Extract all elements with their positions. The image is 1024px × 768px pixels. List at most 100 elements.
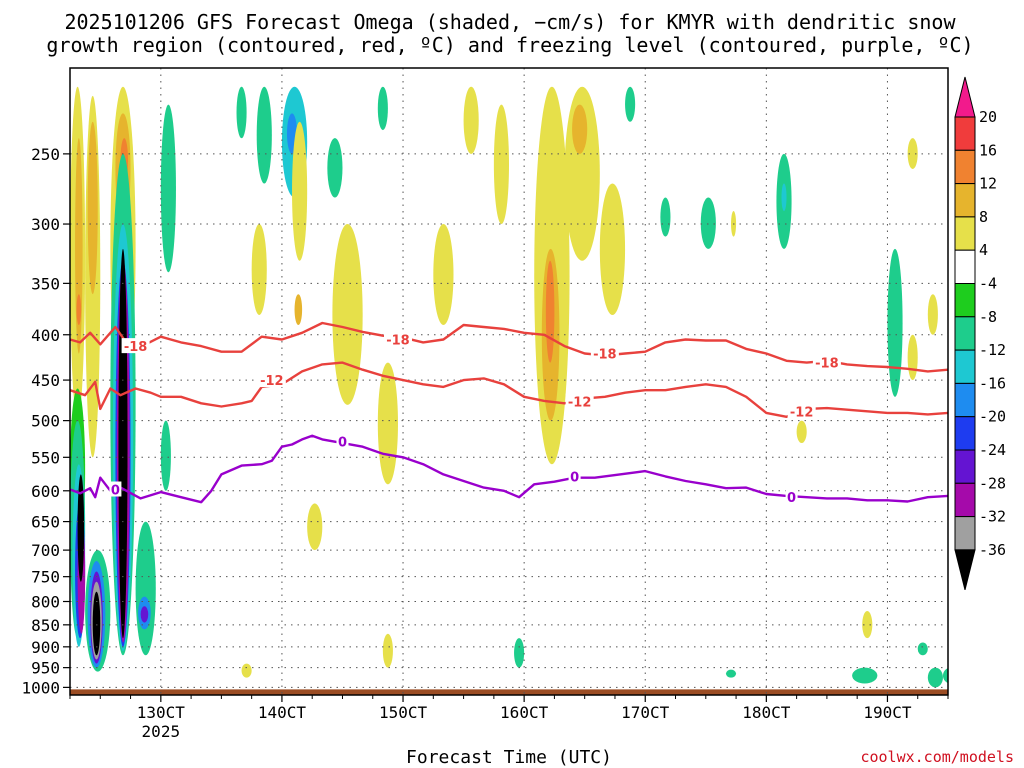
y-tick-label: 600 <box>31 482 60 501</box>
colorbar-label: -28 <box>979 474 1006 492</box>
omega-cell <box>236 86 247 139</box>
x-tick-label: 130CT <box>137 703 186 722</box>
colorbar: 20 16 12 8 4 -4 -8 -12 -16 -20 -24 -28 -32 -36 <box>954 76 1006 591</box>
colorbar-segment <box>954 482 976 518</box>
omega-cell <box>917 642 928 656</box>
y-tick-label: 750 <box>31 568 60 587</box>
colorbar-segment <box>954 316 976 351</box>
contour-label: -12 <box>568 396 592 411</box>
omega-shading <box>70 86 948 688</box>
omega-cell <box>927 667 943 688</box>
contour-label: -12 <box>790 405 814 420</box>
omega-cell <box>332 224 363 405</box>
colorbar-label: -24 <box>979 441 1006 459</box>
colorbar-segment <box>954 183 976 218</box>
colorbar-label: -20 <box>979 408 1006 426</box>
colorbar-top-arrow <box>954 76 976 118</box>
x-axis-label: Forecast Time (UTC) <box>406 747 612 768</box>
y-tick-label: 250 <box>31 145 60 164</box>
x-tick-label: 140CT <box>258 703 307 722</box>
contour-label: -18 <box>815 357 839 372</box>
y-tick-label: 800 <box>31 593 60 612</box>
omega-cell <box>118 248 128 639</box>
x-tick-label: 150CT <box>379 703 428 722</box>
omega-cell <box>160 420 171 491</box>
x-tick-label: 190CT <box>863 703 912 722</box>
x-tick-label: 160CT <box>500 703 549 722</box>
x-tick-label: 180CT <box>742 703 791 722</box>
omega-cell <box>599 183 626 316</box>
omega-cell <box>294 294 303 326</box>
y-tick-label: 550 <box>31 448 60 467</box>
y-tick-label: 400 <box>31 326 60 345</box>
omega-cell <box>135 521 156 656</box>
colorbar-label: -36 <box>979 541 1006 559</box>
y-tick-label: 700 <box>31 541 60 560</box>
colorbar-label: 4 <box>979 241 988 259</box>
omega-cell <box>796 420 807 444</box>
omega-time-height-chart: 2025101206 GFS Forecast Omega (shaded, −… <box>21 10 1014 768</box>
y-tick-label: 1000 <box>21 678 60 697</box>
ground-strip <box>70 689 948 695</box>
omega-cell <box>572 104 588 154</box>
contour-label: 0 <box>338 436 347 451</box>
omega-cell <box>377 86 388 131</box>
y-tick-label: 650 <box>31 513 60 532</box>
omega-cell <box>377 362 398 485</box>
contour-line-0 <box>70 434 948 504</box>
colorbar-segment <box>954 249 976 284</box>
colorbar-label: -8 <box>979 308 997 326</box>
colorbar-label: 12 <box>979 175 997 193</box>
omega-cell <box>700 197 716 249</box>
colorbar-label: 20 <box>979 108 997 126</box>
y-tick-label: 300 <box>31 215 60 234</box>
omega-cell <box>545 260 555 363</box>
contour-label: 0 <box>570 470 579 485</box>
omega-cell <box>382 633 393 668</box>
omega-cell <box>660 197 671 237</box>
omega-cell <box>852 667 878 684</box>
colorbar-segment <box>954 349 976 384</box>
contour-label: -12 <box>260 374 284 389</box>
y-tick-label: 450 <box>31 371 60 390</box>
plot-frame <box>69 67 949 696</box>
omega-cell <box>241 663 252 678</box>
colorbar-segment <box>954 283 976 318</box>
colorbar-bottom-arrow <box>954 549 976 591</box>
contour-label: 0 <box>787 491 796 506</box>
omega-cell <box>87 121 98 295</box>
omega-cell <box>160 104 176 273</box>
colorbar-segment <box>954 516 976 551</box>
colorbar-segment <box>954 116 976 151</box>
x-year-label: 2025 <box>142 722 181 741</box>
omega-cell <box>493 104 509 225</box>
omega-cell <box>625 86 636 122</box>
omega-cell <box>514 638 525 668</box>
omega-cell <box>433 224 454 326</box>
omega-cell <box>942 668 948 684</box>
omega-cell <box>251 224 267 316</box>
contour-label: -18 <box>386 334 410 349</box>
contours <box>70 321 948 504</box>
omega-cell <box>327 138 343 198</box>
colorbar-segment <box>954 416 976 451</box>
colorbar-segment <box>954 382 976 418</box>
omega-cell <box>781 183 787 211</box>
colorbar-label: 16 <box>979 141 997 159</box>
colorbar-label: -16 <box>979 374 1006 392</box>
colorbar-label: -4 <box>979 275 997 293</box>
omega-cell <box>140 606 149 623</box>
y-tick-label: 950 <box>31 659 60 678</box>
contour-label: -18 <box>593 348 617 363</box>
omega-cell <box>76 294 82 326</box>
y-tick-label: 900 <box>31 638 60 657</box>
chart-title-line-1: 2025101206 GFS Forecast Omega (shaded, −… <box>64 10 956 34</box>
colorbar-label: 8 <box>979 208 988 226</box>
omega-cell <box>887 248 903 397</box>
omega-cell <box>256 86 272 184</box>
colorbar-label: -12 <box>979 341 1006 359</box>
credit-text[interactable]: coolwx.com/models <box>860 748 1014 766</box>
omega-cell <box>927 294 938 335</box>
omega-cell <box>725 669 737 678</box>
chart-title-line-2: growth region (contoured, red, ºC) and f… <box>46 33 973 57</box>
